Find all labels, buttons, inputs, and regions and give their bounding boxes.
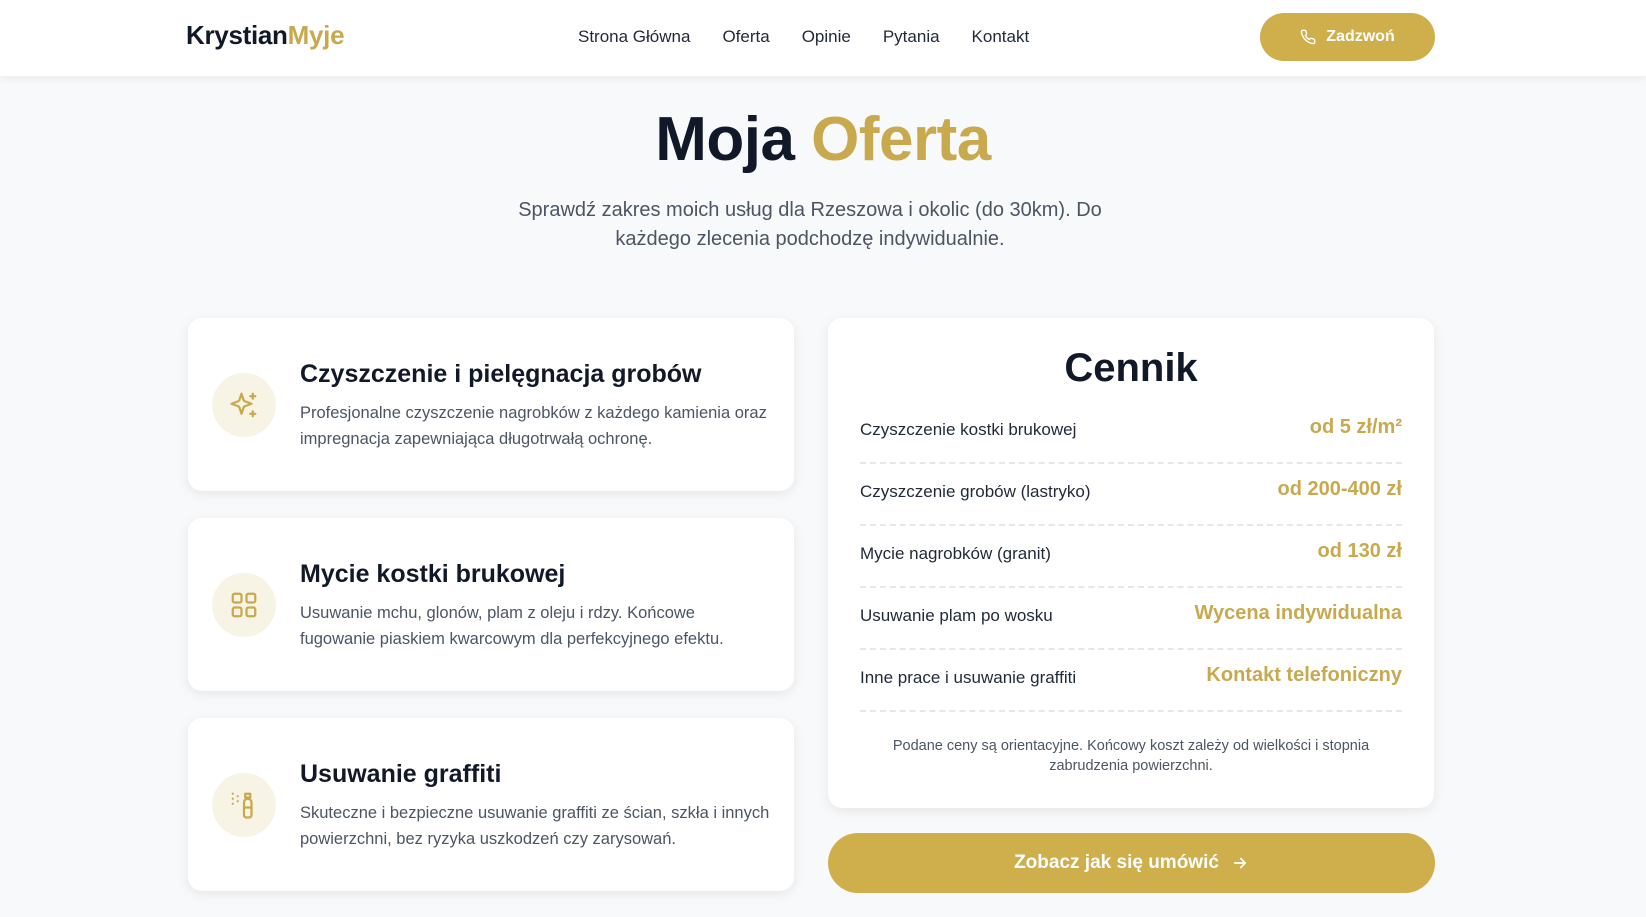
price-item-value: Kontakt telefoniczny — [1206, 664, 1402, 686]
arrow-right-icon — [1233, 857, 1246, 869]
pricing-card: Cennik Czyszczenie kostki brukowej od 5 … — [828, 318, 1434, 808]
nav-link-home[interactable]: Strona Główna — [578, 27, 690, 47]
price-item-name: Czyszczenie grobów (lastryko) — [860, 482, 1091, 501]
service-icon-badge — [212, 573, 276, 637]
service-card-paving: Mycie kostki brukowej Usuwanie mchu, glo… — [188, 518, 794, 691]
service-title: Usuwanie graffiti — [300, 760, 502, 788]
site-header: KrystianMyje Strona Główna Oferta Opinie… — [0, 0, 1646, 76]
price-item-value: od 130 zł — [1317, 540, 1402, 562]
nav-link-offer[interactable]: Oferta — [722, 27, 769, 47]
service-description: Usuwanie mchu, glonów, plam z oleju i rd… — [300, 604, 724, 648]
price-item-value: od 200-400 zł — [1277, 478, 1402, 500]
logo-text-gold: Myje — [287, 20, 345, 50]
pricing-title: Cennik — [1064, 346, 1198, 390]
page-subtitle: Sprawdź zakres moich usług dla Rzeszowa … — [518, 199, 1102, 250]
service-description: Skuteczne i bezpieczne usuwanie graffiti… — [300, 804, 770, 848]
service-description: Profesjonalne czyszczenie nagrobków z ka… — [300, 404, 767, 448]
price-item-name: Czyszczenie kostki brukowej — [860, 420, 1077, 439]
main-nav: Strona Główna Oferta Opinie Pytania Kont… — [578, 27, 1029, 47]
pricing-note: Podane ceny są orientacyjne. Końcowy kos… — [892, 738, 1370, 774]
page-title-gold: Oferta — [811, 105, 991, 174]
price-item-value: od 5 zł/m² — [1309, 416, 1402, 438]
service-icon-badge — [212, 773, 276, 837]
service-icon-badge — [212, 373, 276, 437]
price-row: Czyszczenie grobów (lastryko) od 200-400… — [860, 464, 1402, 526]
nav-link-reviews[interactable]: Opinie — [802, 27, 851, 47]
price-item-name: Mycie nagrobków (granit) — [860, 544, 1051, 563]
nav-link-faq[interactable]: Pytania — [883, 27, 940, 47]
price-row: Inne prace i usuwanie graffiti Kontakt t… — [860, 650, 1402, 712]
price-row: Usuwanie plam po wosku Wycena indywidual… — [860, 588, 1402, 650]
spray-can-icon — [231, 792, 253, 819]
price-item-name: Usuwanie plam po wosku — [860, 606, 1053, 625]
grid-icon — [231, 592, 257, 618]
phone-icon — [1301, 29, 1316, 45]
nav-link-contact[interactable]: Kontakt — [972, 27, 1030, 47]
service-card-graffiti: Usuwanie graffiti Skuteczne i bezpieczne… — [188, 718, 794, 891]
price-row: Mycie nagrobków (granit) od 130 zł — [860, 526, 1402, 588]
call-button-label: Zadzwoń — [1326, 28, 1395, 45]
page-title: Moja Oferta — [0, 104, 1646, 175]
price-item-name: Inne prace i usuwanie graffiti — [860, 668, 1077, 687]
call-button[interactable]: Zadzwoń — [1260, 13, 1435, 61]
logo[interactable]: KrystianMyje — [186, 20, 345, 51]
service-card-graves: Czyszczenie i pielęgnacja grobów Profesj… — [188, 318, 794, 491]
how-to-book-button[interactable]: Zobacz jak się umówić — [828, 833, 1435, 893]
service-title: Mycie kostki brukowej — [300, 560, 566, 588]
how-to-book-label: Zobacz jak się umówić — [1014, 852, 1219, 873]
price-row: Czyszczenie kostki brukowej od 5 zł/m² — [860, 402, 1402, 464]
service-title: Czyszczenie i pielęgnacja grobów — [300, 360, 702, 388]
sparkles-icon — [230, 392, 257, 418]
price-item-value: Wycena indywidualna — [1194, 602, 1402, 624]
logo-text-dark: Krystian — [186, 20, 288, 50]
page-title-dark: Moja — [655, 105, 795, 174]
